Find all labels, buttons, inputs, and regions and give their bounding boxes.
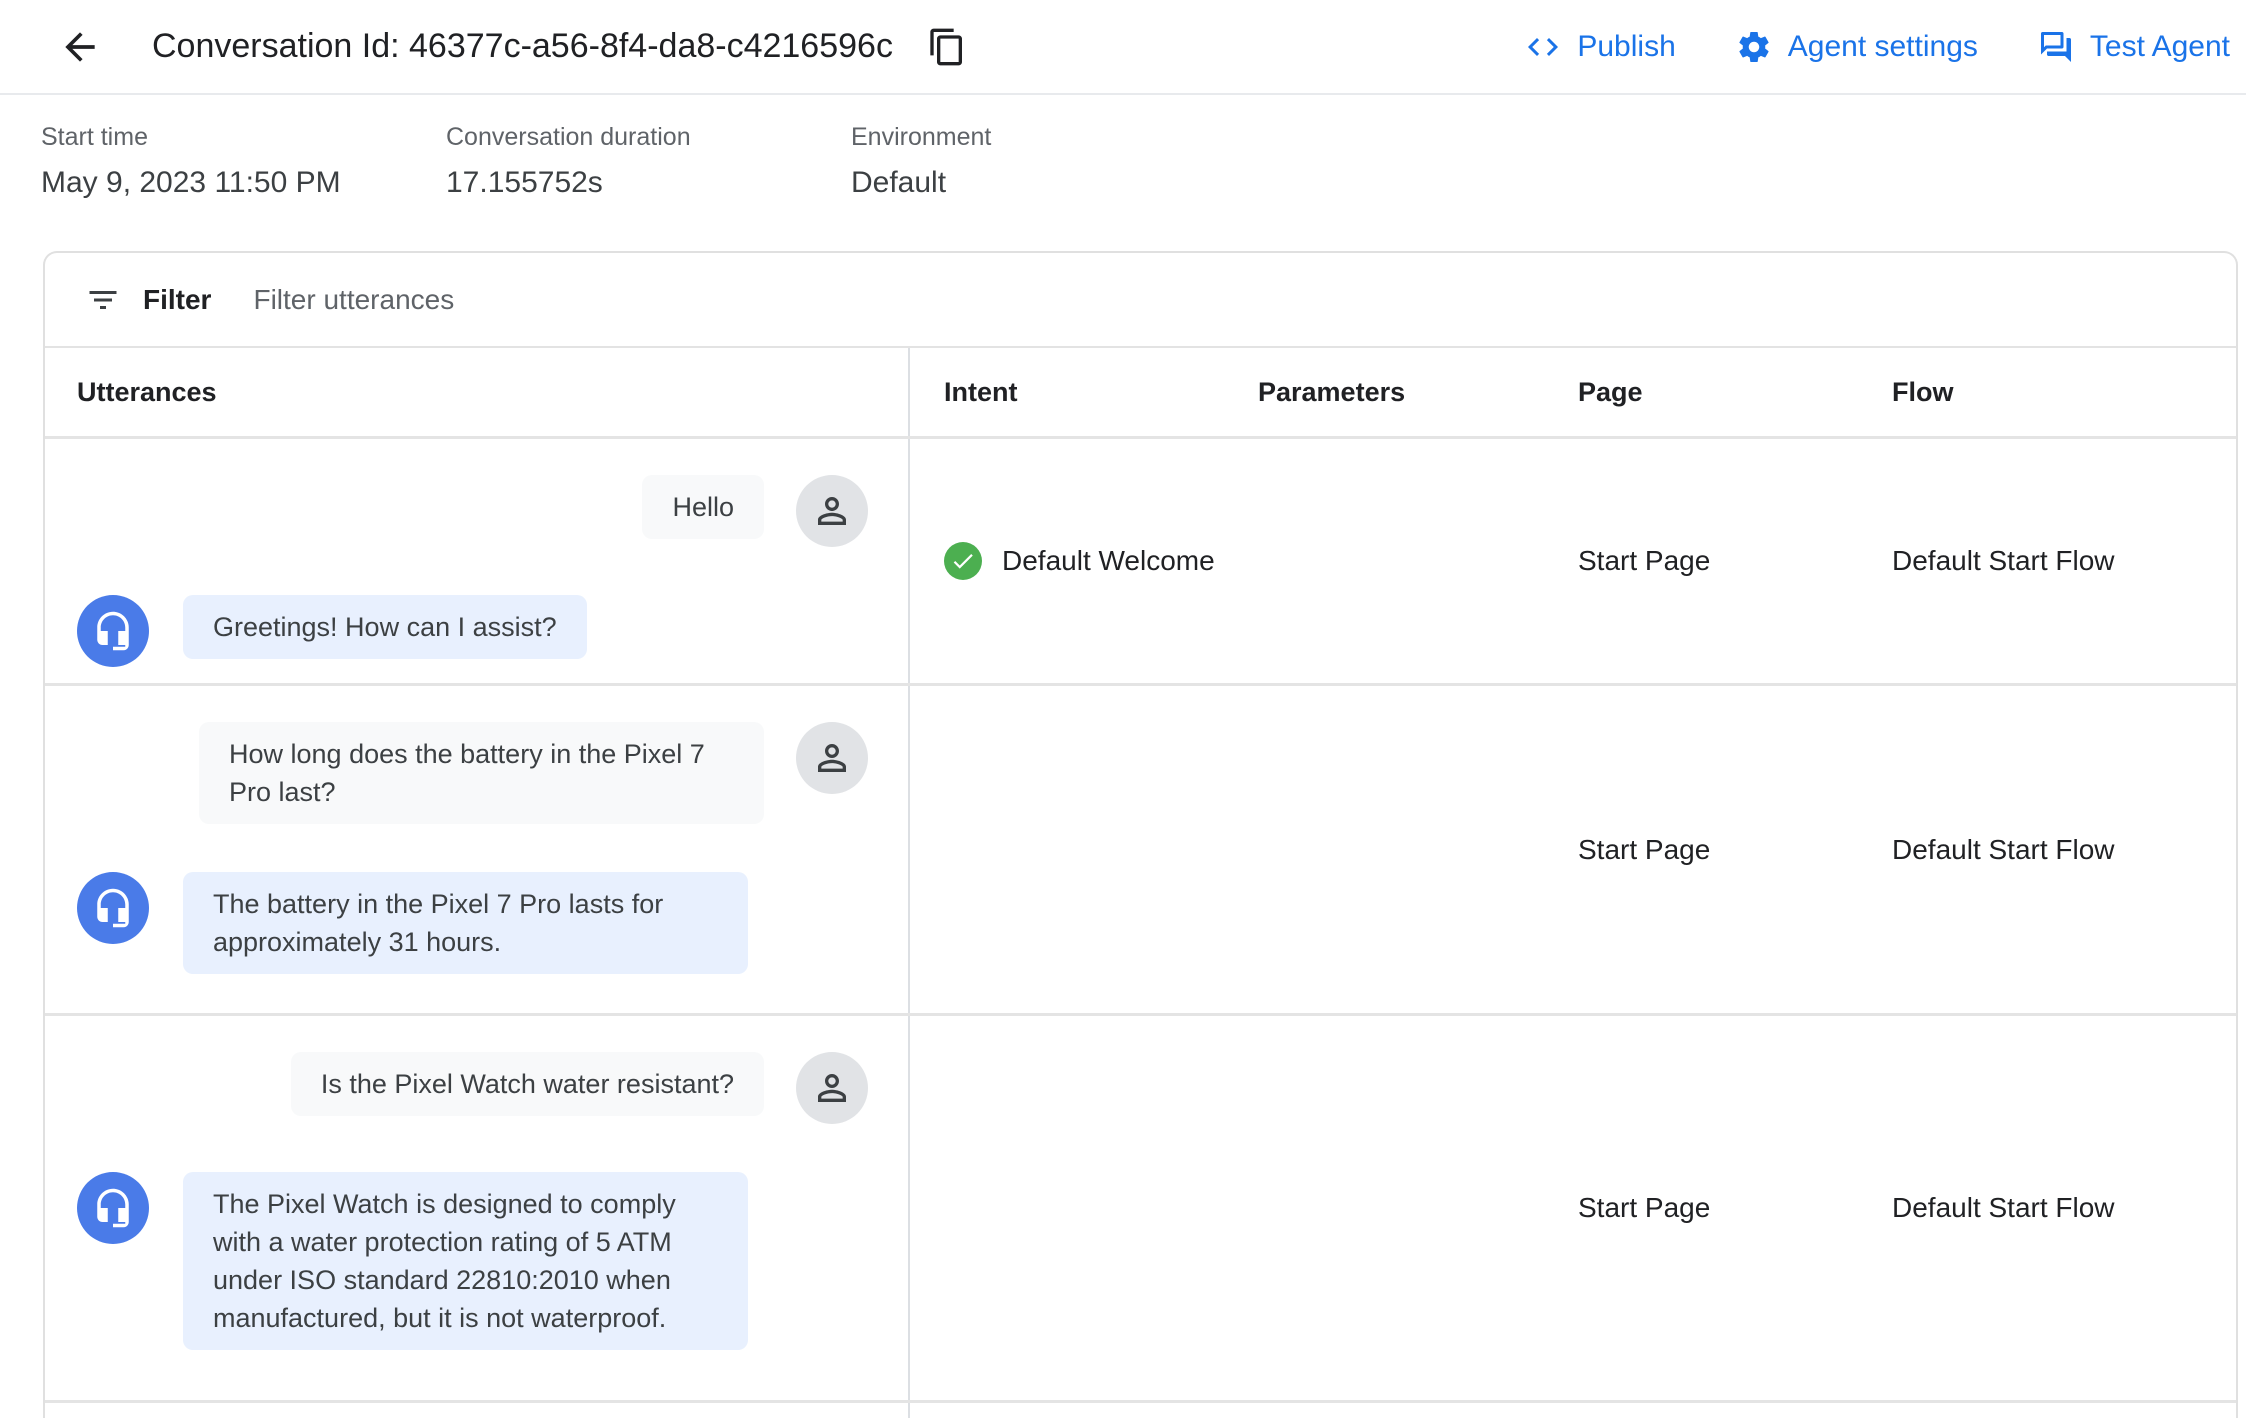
agent-avatar bbox=[77, 1172, 149, 1244]
agent-message: Greetings! How can I assist? bbox=[77, 595, 868, 667]
info-label: Conversation duration bbox=[446, 123, 691, 151]
info-value: 17.155752s bbox=[446, 166, 603, 199]
table-row bbox=[45, 1403, 2236, 1418]
publish-button[interactable]: Publish bbox=[1525, 29, 1676, 65]
agent-message: The Pixel Watch is designed to comply wi… bbox=[77, 1172, 868, 1350]
test-agent-label: Test Agent bbox=[2089, 29, 2230, 63]
user-avatar bbox=[796, 1052, 868, 1124]
back-button[interactable] bbox=[58, 25, 102, 69]
agent-avatar bbox=[77, 595, 149, 667]
table-row: Is the Pixel Watch water resistant? The … bbox=[45, 1016, 2236, 1403]
filter-list-icon bbox=[89, 290, 117, 309]
gear-icon bbox=[1739, 31, 1769, 62]
info-value: May 9, 2023 11:50 PM bbox=[41, 166, 341, 199]
table-row: How long does the battery in the Pixel 7… bbox=[45, 686, 2236, 1016]
info-label: Start time bbox=[41, 123, 148, 151]
agent-response-bubble: Greetings! How can I assist? bbox=[183, 595, 587, 659]
agent-settings-button[interactable]: Agent settings bbox=[1736, 29, 1978, 65]
filter-label: Filter bbox=[143, 283, 212, 315]
page-cell: Start Page bbox=[1578, 1192, 1711, 1223]
agent-avatar bbox=[77, 872, 149, 944]
person-icon bbox=[818, 497, 846, 525]
user-message: Hello bbox=[77, 475, 868, 547]
test-agent-button[interactable]: Test Agent bbox=[2038, 29, 2230, 65]
column-header-parameters: Parameters bbox=[1258, 376, 1406, 407]
utterances-cell: Hello Greetings! How can I assist? bbox=[45, 439, 908, 683]
page-title: Conversation Id: 46377c-a56-8f4-da8-c421… bbox=[152, 27, 893, 65]
publish-label: Publish bbox=[1577, 29, 1676, 63]
utterances-cell: Is the Pixel Watch water resistant? The … bbox=[45, 1016, 908, 1400]
agent-response-bubble: The Pixel Watch is designed to comply wi… bbox=[183, 1172, 748, 1350]
intent-matched-icon bbox=[944, 542, 982, 580]
filter-bar: Filter bbox=[45, 253, 2236, 348]
info-value: Default bbox=[851, 166, 947, 199]
headset-icon bbox=[97, 888, 129, 928]
intent-cell: Default Welcome Intent bbox=[944, 542, 1214, 580]
user-message: Is the Pixel Watch water resistant? bbox=[77, 1052, 868, 1124]
copy-icon bbox=[930, 28, 962, 65]
headset-icon bbox=[97, 611, 129, 651]
flow-cell: Default Start Flow bbox=[1892, 545, 2115, 576]
column-header-utterances: Utterances bbox=[77, 376, 217, 407]
user-utterance-bubble: How long does the battery in the Pixel 7… bbox=[199, 722, 764, 824]
info-environment: Environment Default bbox=[851, 123, 1256, 200]
page-cell: Start Page bbox=[1578, 545, 1711, 576]
column-header-page: Page bbox=[1578, 376, 1643, 407]
user-avatar bbox=[796, 722, 868, 794]
user-utterance-bubble: Is the Pixel Watch water resistant? bbox=[290, 1052, 764, 1116]
column-header-intent: Intent bbox=[944, 376, 1018, 407]
arrow-back-icon bbox=[65, 31, 95, 62]
row-details: Start Page Default Start Flow bbox=[908, 686, 2236, 1013]
app-header: Conversation Id: 46377c-a56-8f4-da8-c421… bbox=[0, 0, 2246, 95]
info-duration: Conversation duration 17.155752s bbox=[446, 123, 851, 200]
flow-cell: Default Start Flow bbox=[1892, 1192, 2115, 1223]
conversation-card: Filter Utterances Intent Parameters Page… bbox=[43, 251, 2238, 1418]
flow-cell: Default Start Flow bbox=[1892, 833, 2115, 865]
table-header: Utterances Intent Parameters Page Flow bbox=[45, 348, 2236, 439]
copy-conversation-id-button[interactable] bbox=[927, 27, 967, 67]
headset-icon bbox=[97, 1188, 129, 1228]
table-row: Hello Greetings! How can I assist? Defau… bbox=[45, 439, 2236, 686]
row-details: Start Page Default Start Flow bbox=[908, 1016, 2236, 1400]
column-header-flow: Flow bbox=[1892, 376, 1954, 407]
info-label: Environment bbox=[851, 123, 992, 151]
agent-settings-label: Agent settings bbox=[1787, 29, 1978, 63]
agent-response-bubble: The battery in the Pixel 7 Pro lasts for… bbox=[183, 872, 748, 974]
conversation-info: Start time May 9, 2023 11:50 PM Conversa… bbox=[0, 95, 2246, 200]
row-details: Default Welcome Intent Start Page Defaul… bbox=[908, 439, 2236, 683]
page-cell: Start Page bbox=[1578, 833, 1711, 865]
chat-bubbles-icon bbox=[2040, 31, 2071, 62]
utterances-cell: How long does the battery in the Pixel 7… bbox=[45, 686, 908, 1013]
user-utterance-bubble: Hello bbox=[642, 475, 764, 539]
check-icon bbox=[953, 554, 973, 569]
info-start-time: Start time May 9, 2023 11:50 PM bbox=[41, 123, 446, 200]
user-message: How long does the battery in the Pixel 7… bbox=[77, 722, 868, 824]
person-icon bbox=[818, 744, 846, 772]
user-avatar bbox=[796, 475, 868, 547]
filter-utterances-input[interactable] bbox=[253, 283, 1154, 316]
agent-message: The battery in the Pixel 7 Pro lasts for… bbox=[77, 872, 868, 974]
appbar-actions: Publish Agent settings Test Agent bbox=[1525, 29, 2230, 65]
intent-name: Default Welcome Intent bbox=[1002, 545, 1214, 576]
person-icon bbox=[818, 1074, 846, 1102]
code-icon bbox=[1528, 37, 1559, 56]
